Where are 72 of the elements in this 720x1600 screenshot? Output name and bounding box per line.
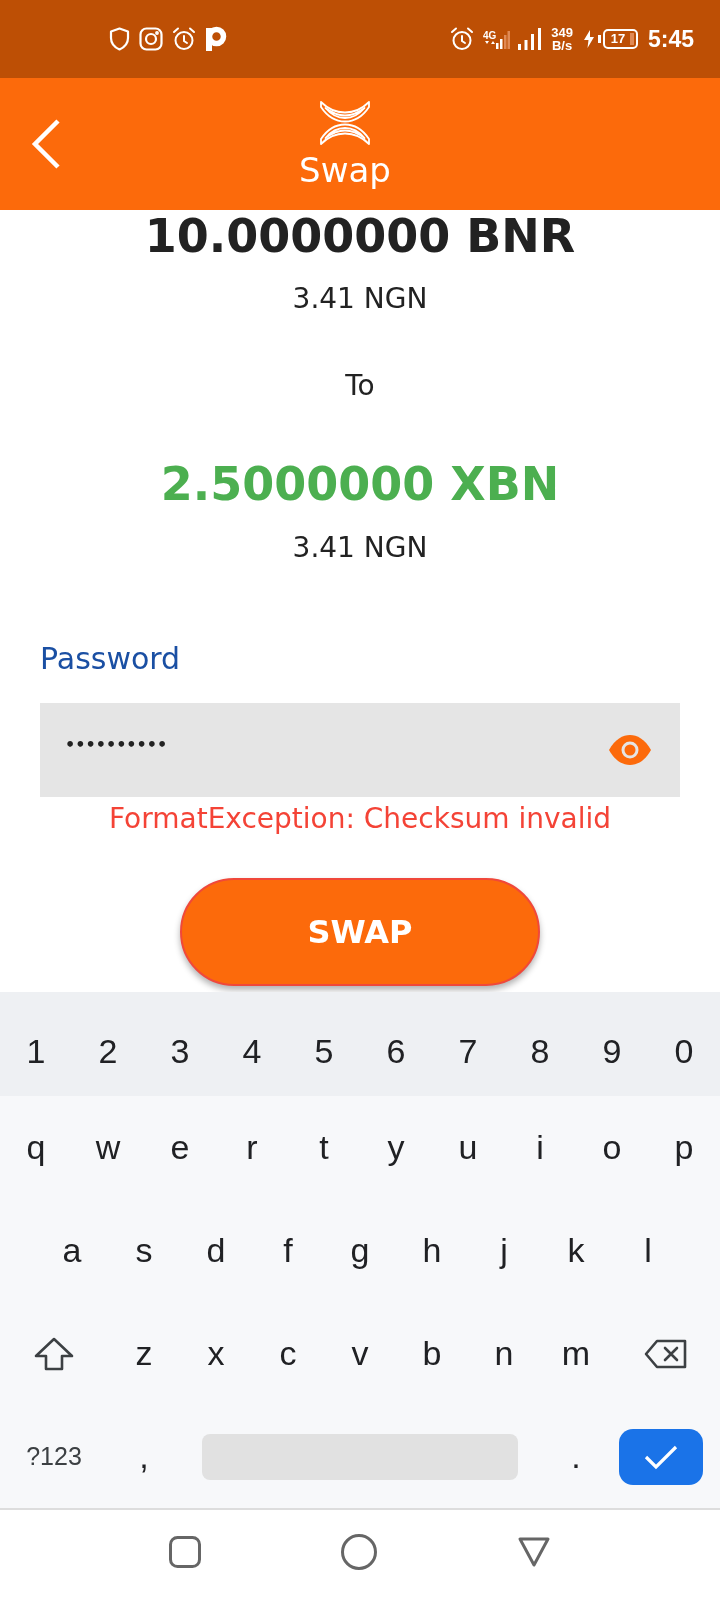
keyboard-key[interactable]: m (540, 1302, 612, 1405)
back-nav-icon[interactable] (517, 1536, 551, 1568)
keyboard-key[interactable]: , (108, 1405, 180, 1508)
error-message: FormatException: Checksum invalid (109, 802, 611, 836)
keyboard-key[interactable]: l (612, 1199, 684, 1302)
to-amount: 2.5000000 XBN (160, 458, 560, 510)
keyboard-key[interactable]: 0 (648, 1006, 720, 1096)
back-icon[interactable] (31, 119, 61, 169)
app-logo-icon (205, 26, 227, 52)
alarm-icon (172, 27, 196, 51)
camera-icon (139, 27, 163, 51)
keyboard-key[interactable]: p (648, 1096, 720, 1199)
keyboard-key[interactable]: a (36, 1199, 108, 1302)
keyboard-key[interactable]: z (108, 1302, 180, 1405)
keyboard-key[interactable]: c (252, 1302, 324, 1405)
from-amount: 10.0000000 BNR (144, 210, 576, 262)
keyboard-key[interactable]: b (396, 1302, 468, 1405)
keyboard-key[interactable]: s (108, 1199, 180, 1302)
enter-key[interactable] (619, 1428, 703, 1485)
logo-icon (319, 100, 371, 146)
keyboard-key[interactable]: q (0, 1096, 72, 1199)
signal-icon (496, 29, 511, 49)
network-type: 4G (482, 29, 497, 41)
backspace-icon[interactable] (644, 1338, 688, 1369)
password-field[interactable]: •••••••••• (40, 703, 680, 797)
shift-icon[interactable] (34, 1336, 74, 1371)
signal-icon (518, 28, 543, 50)
battery-percent: 17 (609, 32, 627, 46)
to-fiat-value: 3.41 NGN (292, 531, 428, 565)
keyboard-key[interactable]: 5 (288, 1006, 360, 1096)
clock-time: 5:45 (647, 24, 694, 54)
from-fiat-value: 3.41 NGN (292, 282, 428, 316)
screen-title: Swap (299, 150, 391, 190)
keyboard-key[interactable]: x (180, 1302, 252, 1405)
keyboard-key[interactable]: 1 (0, 1006, 72, 1096)
recents-icon[interactable] (169, 1536, 201, 1568)
keyboard-key[interactable]: k (540, 1199, 612, 1302)
keyboard-key[interactable]: 9 (576, 1006, 648, 1096)
password-value: •••••••••• (65, 734, 168, 756)
home-icon[interactable] (341, 1534, 377, 1570)
keyboard-key[interactable]: r (216, 1096, 288, 1199)
check-icon (644, 1443, 678, 1470)
keyboard-key[interactable]: w (72, 1096, 144, 1199)
keyboard-key[interactable]: d (180, 1199, 252, 1302)
shield-icon (109, 27, 130, 51)
keyboard-key[interactable]: t (288, 1096, 360, 1199)
data-speed-value: 349 (551, 26, 573, 39)
keyboard-key[interactable]: h (396, 1199, 468, 1302)
password-label: Password (40, 641, 181, 677)
keyboard-key[interactable]: 4 (216, 1006, 288, 1096)
keyboard-key[interactable]: f (252, 1199, 324, 1302)
keyboard-key[interactable]: i (504, 1096, 576, 1199)
keyboard-key[interactable]: . (540, 1405, 612, 1508)
keyboard-key[interactable]: n (468, 1302, 540, 1405)
keyboard-key[interactable]: 2 (72, 1006, 144, 1096)
alarm-icon (449, 27, 474, 51)
data-speed-unit: B/s (552, 39, 573, 52)
battery-icon (597, 29, 638, 49)
keyboard-key[interactable]: 8 (504, 1006, 576, 1096)
keyboard-key[interactable]: o (576, 1096, 648, 1199)
charging-icon (583, 30, 595, 48)
keyboard-key[interactable]: y (360, 1096, 432, 1199)
keyboard-key[interactable]: e (144, 1096, 216, 1199)
to-label: To (345, 369, 375, 403)
keyboard-key[interactable]: g (324, 1199, 396, 1302)
keyboard-key[interactable]: 6 (360, 1006, 432, 1096)
keyboard-key[interactable]: j (468, 1199, 540, 1302)
keyboard-key[interactable]: 7 (432, 1006, 504, 1096)
symbols-key[interactable]: ?123 (0, 1405, 108, 1508)
keyboard-key[interactable]: v (324, 1302, 396, 1405)
keyboard-key[interactable]: u (432, 1096, 504, 1199)
keyboard-key[interactable]: 3 (144, 1006, 216, 1096)
